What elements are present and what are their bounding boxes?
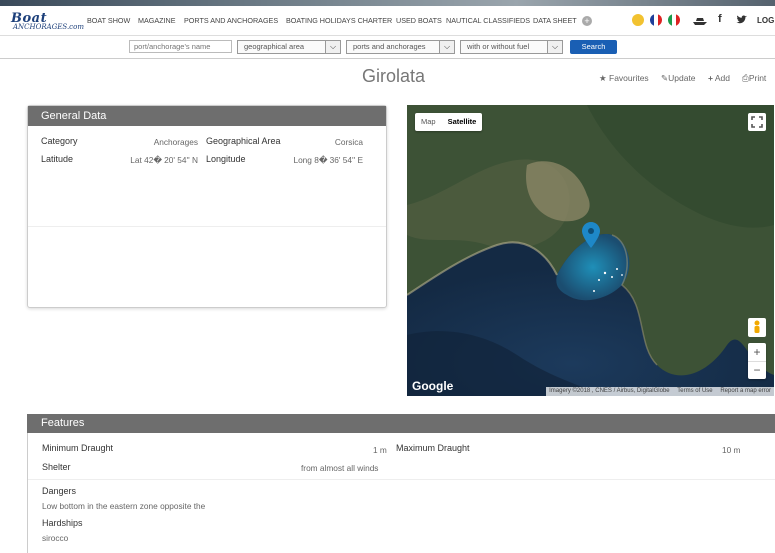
favourites-button[interactable]: ★ Favourites xyxy=(599,73,649,84)
satellite-map[interactable]: Map Satellite + − Google Imagery ©2018 , … xyxy=(407,105,774,396)
favourites-label: Favourites xyxy=(609,73,649,83)
search-bar: geographical area ⌵ ports and anchorages… xyxy=(0,36,775,59)
nav-data-sheet[interactable]: DATA SHEET xyxy=(533,16,577,25)
logo-subtext: ANCHORAGES.com xyxy=(13,23,84,31)
longitude-value: Long 8� 36' 54'' E xyxy=(293,155,363,165)
boat-icon[interactable] xyxy=(692,16,708,25)
street-view-button[interactable] xyxy=(748,318,766,337)
min-draught-value: 1 m xyxy=(373,445,387,455)
panel-divider xyxy=(28,226,386,227)
dangers-label: Dangers xyxy=(42,486,77,496)
max-draught-value: 10 m xyxy=(722,445,741,455)
site-logo[interactable]: Boat ANCHORAGES.com xyxy=(11,11,84,33)
max-draught-label: Maximum Draught xyxy=(396,443,470,453)
hardships-value: sirocco xyxy=(42,533,69,543)
zoom-control: + − xyxy=(748,343,766,379)
google-logo: Google xyxy=(412,379,454,393)
nav-nautical-classifieds[interactable]: NAUTICAL CLASSIFIEDS xyxy=(446,16,530,25)
area-select[interactable]: geographical area ⌵ xyxy=(237,40,341,54)
add-label: Add xyxy=(714,73,730,83)
flag-it-icon[interactable] xyxy=(668,14,680,26)
emoji-face-icon[interactable] xyxy=(632,14,644,26)
printer-icon: ⎙ xyxy=(742,73,749,83)
longitude-label: Longitude xyxy=(206,154,246,164)
update-label: Update xyxy=(668,73,696,83)
map-type-control: Map Satellite xyxy=(415,113,483,131)
page-title: Girolata xyxy=(362,66,426,86)
general-data-panel: General Data Category Anchorages Geograp… xyxy=(27,105,387,308)
anchorage-name-input[interactable] xyxy=(129,40,232,53)
satellite-imagery xyxy=(407,105,774,396)
plus-icon: + xyxy=(708,73,713,83)
shelter-value: from almost all winds xyxy=(301,463,379,473)
general-data-header: General Data xyxy=(28,106,386,126)
more-plus-icon[interactable]: + xyxy=(582,16,592,26)
imagery-attribution: Imagery ©2018 , CNES / Airbus, DigitalGl… xyxy=(549,388,670,394)
dangers-value: Low bottom in the eastern zone opposite … xyxy=(42,501,206,511)
fullscreen-icon xyxy=(751,116,763,128)
latitude-label: Latitude xyxy=(41,154,74,164)
shelter-label: Shelter xyxy=(42,462,71,472)
terms-link[interactable]: Terms of Use xyxy=(677,388,712,394)
area-label: Geographical Area xyxy=(206,136,281,146)
report-map-error-link[interactable]: Report a map error xyxy=(720,388,771,394)
features-panel: Minimum Draught 1 m Maximum Draught 10 m… xyxy=(27,433,775,553)
print-label: Print xyxy=(748,73,767,83)
facebook-icon[interactable]: f xyxy=(718,13,722,25)
add-button[interactable]: + Add xyxy=(708,73,730,83)
map-attribution-bar: Imagery ©2018 , CNES / Airbus, DigitalGl… xyxy=(546,387,774,396)
zoom-in-button[interactable]: + xyxy=(748,343,766,361)
fuel-select[interactable]: with or without fuel ⌵ xyxy=(460,40,563,54)
satellite-tab[interactable]: Satellite xyxy=(442,117,483,126)
nav-boating-holidays[interactable]: BOATING HOLIDAYS CHARTER xyxy=(286,16,392,25)
area-select-value: geographical area xyxy=(244,42,305,51)
features-divider xyxy=(28,479,775,480)
nav-ports-anchorages[interactable]: PORTS AND ANCHORAGES xyxy=(184,16,278,25)
latitude-value: Lat 42� 20' 54'' N xyxy=(130,155,198,165)
print-button[interactable]: ⎙Print xyxy=(742,73,766,84)
star-icon: ★ xyxy=(599,73,607,83)
flag-fr-icon[interactable] xyxy=(650,14,662,26)
map-tab[interactable]: Map xyxy=(415,117,442,126)
chevron-down-icon: ⌵ xyxy=(325,41,340,53)
chevron-down-icon: ⌵ xyxy=(439,41,454,53)
nav-magazine[interactable]: MAGAZINE xyxy=(138,16,176,25)
fullscreen-button[interactable] xyxy=(748,113,766,131)
twitter-icon[interactable] xyxy=(736,15,747,25)
chevron-down-icon: ⌵ xyxy=(547,41,562,53)
login-link[interactable]: LOG I xyxy=(757,16,775,25)
nav-boat-show[interactable]: BOAT SHOW xyxy=(87,16,130,25)
category-value: Anchorages xyxy=(153,137,198,147)
hardships-label: Hardships xyxy=(42,518,83,528)
area-value: Corsica xyxy=(334,137,363,147)
nav-used-boats[interactable]: USED BOATS xyxy=(396,16,442,25)
category-label: Category xyxy=(41,136,78,146)
fuel-select-value: with or without fuel xyxy=(467,42,530,51)
location-pin-icon[interactable] xyxy=(582,222,600,248)
features-header: Features xyxy=(27,414,775,433)
type-select-value: ports and anchorages xyxy=(353,42,426,51)
min-draught-label: Minimum Draught xyxy=(42,443,114,453)
pegman-icon xyxy=(754,320,760,333)
zoom-out-button[interactable]: − xyxy=(748,361,766,380)
search-button[interactable]: Search xyxy=(570,40,617,54)
type-select[interactable]: ports and anchorages ⌵ xyxy=(346,40,455,54)
main-navbar: Boat ANCHORAGES.com BOAT SHOW MAGAZINE P… xyxy=(0,6,775,36)
update-button[interactable]: ✎Update xyxy=(661,73,696,84)
